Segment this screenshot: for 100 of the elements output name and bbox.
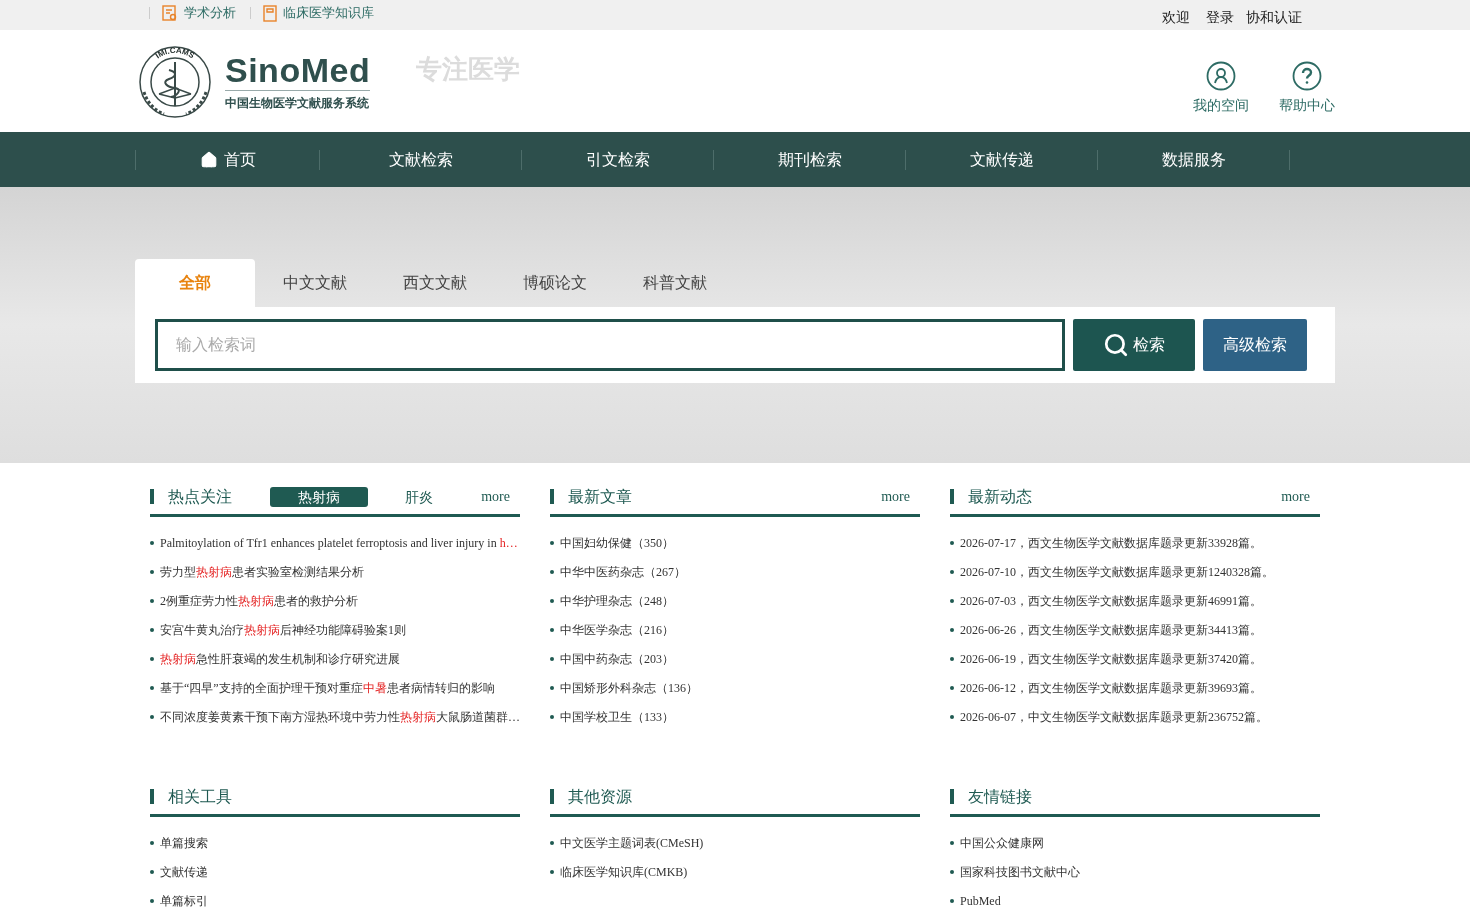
- list-link[interactable]: 2026-06-19，西文生物医学文献数据库题录更新37420篇。: [960, 649, 1262, 668]
- list-link[interactable]: Palmitoylation of Tfr1 enhances platelet ferroptosis and liver injury in h…: [160, 533, 518, 552]
- list-link[interactable]: 热射病急性肝衰竭的发生机制和诊疗研究进展: [160, 649, 400, 668]
- list-link[interactable]: PubMed: [960, 891, 1001, 910]
- user-link[interactable]: 登录: [1206, 6, 1234, 28]
- list-link[interactable]: 2例重症劳力性热射病患者的救护分析: [160, 591, 358, 610]
- list-link[interactable]: 不同浓度姜黄素干预下南方湿热环境中劳力性热射病大鼠肠道菌群…: [160, 707, 520, 726]
- list-link[interactable]: 中华医学杂志（216）: [560, 620, 674, 639]
- more-link[interactable]: more: [481, 486, 510, 507]
- section-marker: [150, 489, 154, 504]
- section-marker: [150, 789, 154, 804]
- bullet-icon: [150, 598, 154, 603]
- list-link[interactable]: 基于“四早”支持的全面护理干预对重症中暑患者病情转归的影响: [160, 678, 495, 697]
- list-link[interactable]: 单篇搜索: [160, 833, 208, 852]
- nav-item[interactable]: 文献传递: [906, 147, 1097, 172]
- bullet-icon: [150, 685, 154, 690]
- search-tab[interactable]: 西文文献: [375, 259, 495, 307]
- bullet-icon: [950, 714, 954, 719]
- top-link[interactable]: 学术分析: [162, 3, 236, 23]
- list-link[interactable]: 中国中药杂志（203）: [560, 649, 674, 668]
- section-marker: [950, 789, 954, 804]
- top-link[interactable]: 临床医学知识库: [263, 3, 374, 23]
- user-link[interactable]: 欢迎: [1162, 6, 1190, 28]
- bullet-icon: [550, 569, 554, 574]
- list-link[interactable]: 2026-06-07，中文生物医学文献数据库题录更新236752篇。: [960, 707, 1268, 726]
- bullet-icon: [150, 898, 154, 903]
- bullet-icon: [950, 627, 954, 632]
- list-link[interactable]: 2026-06-26，西文生物医学文献数据库题录更新34413篇。: [960, 620, 1262, 639]
- list-link[interactable]: 国家科技图书文献中心: [960, 862, 1080, 881]
- list-link[interactable]: 安宫牛黄丸治疗热射病后神经功能障碍验案1则: [160, 620, 406, 639]
- bullet-icon: [150, 569, 154, 574]
- list-link[interactable]: 中国学校卫生（133）: [560, 707, 674, 726]
- logo-subtitle: 中国生物医学文献服务系统: [225, 94, 370, 112]
- advanced-search-button[interactable]: 高级检索: [1203, 319, 1307, 371]
- list-link[interactable]: 中华中医药杂志（267）: [560, 562, 686, 581]
- section-title: 热点关注: [168, 486, 232, 507]
- search-button[interactable]: 检索: [1073, 319, 1195, 371]
- search-tab[interactable]: 科普文献: [615, 259, 735, 307]
- section-title: 友情链接: [968, 786, 1032, 807]
- topic-tab[interactable]: 肝炎: [370, 486, 468, 507]
- list-link[interactable]: 单篇标引: [160, 891, 208, 910]
- list-link[interactable]: 2026-06-12，西文生物医学文献数据库题录更新39693篇。: [960, 678, 1262, 697]
- search-field[interactable]: 输入检索词: [155, 319, 1065, 371]
- bullet-icon: [550, 714, 554, 719]
- list-link[interactable]: 2026-07-03，西文生物医学文献数据库题录更新46991篇。: [960, 591, 1262, 610]
- list-link[interactable]: 中文医学主题词表(CMeSH): [560, 833, 704, 852]
- book-icon: [263, 4, 277, 22]
- user-icon: [1206, 60, 1236, 91]
- search-tab[interactable]: 中文文献: [255, 259, 375, 307]
- bullet-icon: [950, 840, 954, 845]
- nav-item[interactable]: 期刊检索: [714, 147, 905, 172]
- list-link[interactable]: 临床医学知识库(CMKB): [560, 862, 688, 881]
- report-icon: [162, 4, 178, 22]
- section-marker: [950, 489, 954, 504]
- list-link[interactable]: 劳力型热射病患者实验室检测结果分析: [160, 562, 364, 581]
- section-title: 最新文章: [568, 486, 632, 507]
- nav-item[interactable]: 首页: [136, 147, 319, 172]
- list-link[interactable]: 中国妇幼保健（350）: [560, 533, 674, 552]
- nav-item[interactable]: 数据服务: [1098, 147, 1289, 172]
- bullet-icon: [150, 869, 154, 874]
- bullet-icon: [550, 656, 554, 661]
- nav-item[interactable]: 引文检索: [522, 147, 713, 172]
- bullet-icon: [550, 598, 554, 603]
- logo-name: SinoMed: [225, 50, 371, 91]
- more-link[interactable]: more: [881, 486, 910, 507]
- bullet-icon: [950, 656, 954, 661]
- search-tab[interactable]: 博硕论文: [495, 259, 615, 307]
- list-link[interactable]: 中国公众健康网: [960, 833, 1044, 852]
- bullet-icon: [550, 840, 554, 845]
- bullet-icon: [150, 627, 154, 632]
- list-link[interactable]: 中华护理杂志（248）: [560, 591, 674, 610]
- bullet-icon: [150, 840, 154, 845]
- list-link[interactable]: 中国矫形外科杂志（136）: [560, 678, 698, 697]
- section-marker: [550, 489, 554, 504]
- bullet-icon: [950, 540, 954, 545]
- user-link[interactable]: 协和认证: [1246, 6, 1302, 28]
- more-link[interactable]: more: [1281, 486, 1310, 507]
- bullet-icon: [950, 869, 954, 874]
- bullet-icon: [150, 656, 154, 661]
- header-action[interactable]: 帮助中心: [1279, 60, 1335, 116]
- bullet-icon: [550, 685, 554, 690]
- list-link[interactable]: 文献传递: [160, 862, 208, 881]
- section-marker: [550, 789, 554, 804]
- bullet-icon: [150, 714, 154, 719]
- bullet-icon: [150, 540, 154, 545]
- help-icon: [1292, 60, 1322, 91]
- list-link[interactable]: 2026-07-10，西文生物医学文献数据库题录更新1240328篇。: [960, 562, 1274, 581]
- bullet-icon: [950, 685, 954, 690]
- search-icon: [1103, 332, 1129, 358]
- bullet-icon: [950, 598, 954, 603]
- bullet-icon: [950, 569, 954, 574]
- section-title: 相关工具: [168, 786, 232, 807]
- section-title: 最新动态: [968, 486, 1032, 507]
- bullet-icon: [550, 627, 554, 632]
- bullet-icon: [550, 869, 554, 874]
- topic-tab[interactable]: 热射病: [270, 486, 368, 507]
- header-action[interactable]: 我的空间: [1193, 60, 1249, 116]
- nav-item[interactable]: 文献检索: [320, 147, 521, 172]
- list-link[interactable]: 2026-07-17，西文生物医学文献数据库题录更新33928篇。: [960, 533, 1262, 552]
- bullet-icon: [950, 898, 954, 903]
